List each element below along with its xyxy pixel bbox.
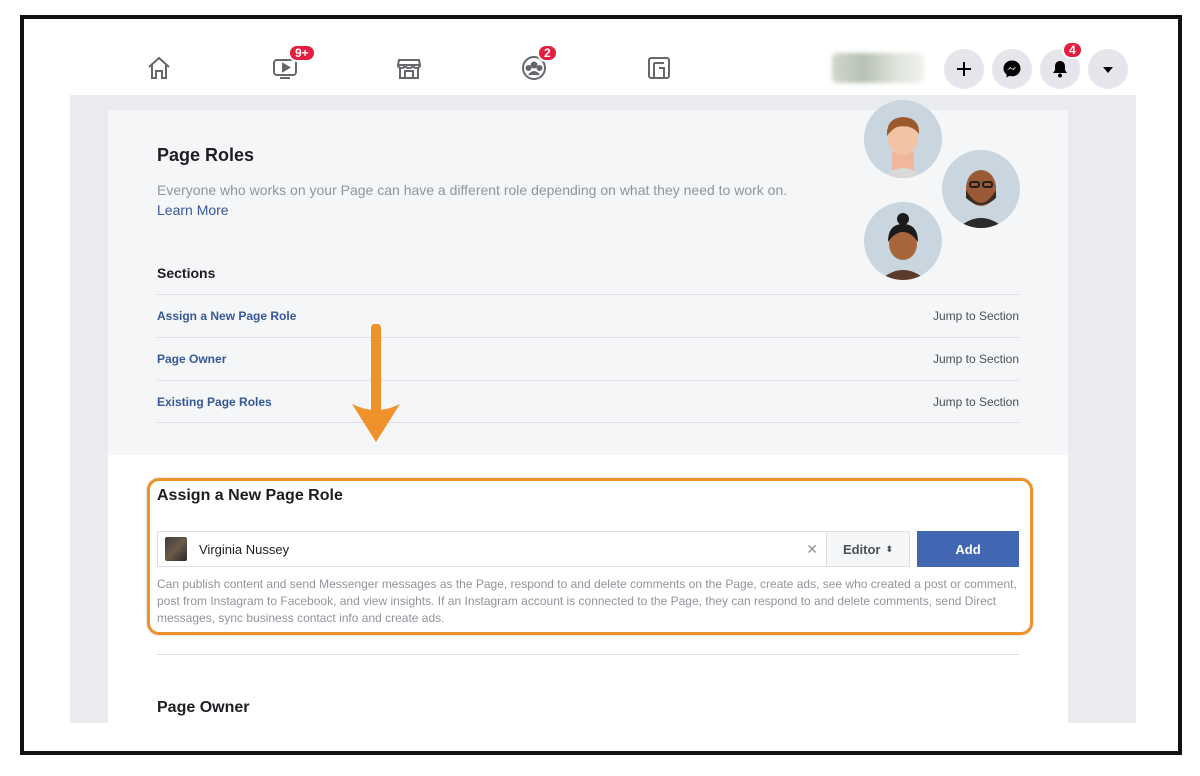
gaming-icon[interactable] — [644, 53, 674, 83]
section-row: Assign a New Page Role Jump to Section — [157, 294, 1019, 337]
notifications-badge: 4 — [1062, 41, 1083, 59]
page-roles-description: Everyone who works on your Page can have… — [157, 180, 817, 220]
person-name-input[interactable]: Virginia Nussey ✕ — [157, 531, 827, 567]
bell-icon — [1053, 61, 1067, 78]
account-menu-button[interactable] — [1088, 49, 1128, 89]
select-arrows-icon: ⬍ — [885, 543, 894, 554]
page-roles-description-text: Everyone who works on your Page can have… — [157, 182, 788, 198]
jump-to-section-link[interactable]: Jump to Section — [933, 395, 1019, 409]
sections-title: Sections — [157, 265, 216, 281]
person-thumbnail — [165, 537, 187, 561]
section-link-assign[interactable]: Assign a New Page Role — [157, 309, 296, 323]
top-nav: 9+ 2 4 — [24, 19, 1178, 101]
notifications-button[interactable]: 4 — [1040, 41, 1083, 89]
groups-nav[interactable]: 2 — [519, 44, 558, 83]
profile-shortcut[interactable] — [832, 53, 924, 83]
assign-role-title: Assign a New Page Role — [157, 487, 343, 504]
learn-more-link[interactable]: Learn More — [157, 202, 229, 218]
plus-icon — [957, 62, 971, 76]
arrow-annotation-icon — [352, 324, 400, 442]
video-badge: 9+ — [288, 44, 316, 62]
role-select-value: Editor — [842, 541, 881, 557]
avatar-illustration-3 — [864, 202, 942, 280]
role-select[interactable]: Editor ⬍ — [826, 531, 910, 567]
messenger-icon — [1003, 60, 1021, 78]
add-button[interactable]: Add — [917, 531, 1019, 567]
groups-badge: 2 — [537, 44, 558, 62]
section-row: Existing Page Roles Jump to Section — [157, 380, 1019, 423]
marketplace-icon[interactable] — [394, 53, 424, 83]
avatar-illustration-1 — [864, 100, 942, 178]
page-roles-title: Page Roles — [157, 145, 255, 165]
jump-to-section-link[interactable]: Jump to Section — [933, 352, 1019, 366]
section-link-existing-roles[interactable]: Existing Page Roles — [157, 395, 272, 409]
clear-icon[interactable]: ✕ — [806, 541, 818, 558]
home-icon[interactable] — [144, 53, 174, 83]
caret-down-icon — [1103, 67, 1113, 73]
create-button[interactable] — [944, 49, 984, 89]
section-divider — [157, 654, 1019, 655]
jump-to-section-link[interactable]: Jump to Section — [933, 309, 1019, 323]
section-link-page-owner[interactable]: Page Owner — [157, 352, 226, 366]
person-name-value: Virginia Nussey — [199, 541, 290, 557]
avatar-illustration-2 — [942, 150, 1020, 228]
role-description: Can publish content and send Messenger m… — [157, 577, 1017, 625]
section-row: Page Owner Jump to Section — [157, 337, 1019, 380]
page-owner-title: Page Owner — [157, 699, 250, 716]
messenger-button[interactable] — [992, 49, 1032, 89]
watch-nav[interactable]: 9+ — [270, 44, 316, 83]
